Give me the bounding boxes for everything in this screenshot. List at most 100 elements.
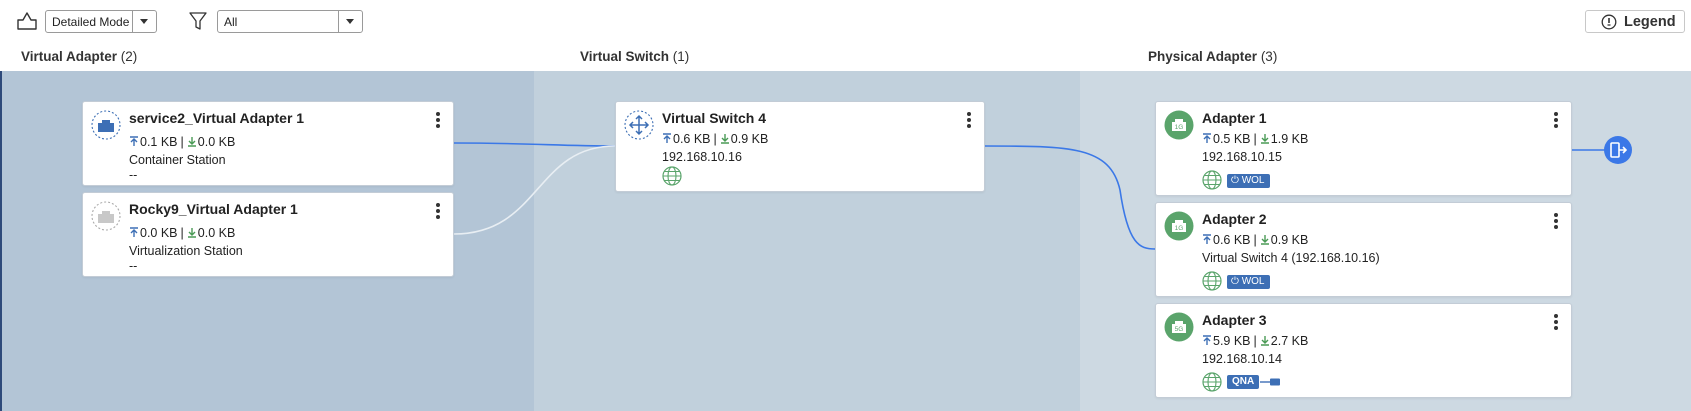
more-options-icon[interactable]: [1553, 213, 1559, 229]
traffic-stats: 0.6 KB | 0.9 KB: [662, 132, 768, 146]
column-title: Virtual Adapter: [21, 49, 118, 64]
download-value: 0.0 KB: [197, 226, 236, 240]
physical-adapter-icon: 5G: [1164, 312, 1194, 342]
globe-icon: [1202, 372, 1222, 392]
download-arrow-icon: [1260, 235, 1269, 245]
virtual-adapter-card[interactable]: service2_Virtual Adapter 1 0.1 KB | 0.0 KB…: [82, 101, 454, 186]
wol-badge: ⏻ WOL: [1227, 275, 1271, 289]
more-options-icon[interactable]: [1553, 112, 1559, 128]
more-options-icon[interactable]: [966, 112, 972, 128]
more-options-icon[interactable]: [435, 112, 441, 128]
traffic-separator: |: [713, 132, 717, 146]
physical-adapter-icon: 1G: [1164, 110, 1194, 140]
column-title: Virtual Switch: [580, 49, 670, 64]
adapter-name: service2_Virtual Adapter 1: [129, 110, 305, 126]
column-header-physical-adapter: Physical Adapter (3): [1148, 49, 1277, 64]
upload-arrow-icon: [130, 136, 138, 146]
column-header-virtual-switch: Virtual Switch (1): [580, 49, 689, 64]
virtual-adapter-icon: [91, 110, 121, 140]
globe-icon: [1202, 271, 1222, 291]
home-outline-icon[interactable]: [16, 11, 38, 31]
adapter-name: Adapter 1: [1202, 110, 1267, 126]
download-value: 0.9 KB: [1270, 233, 1309, 247]
traffic-separator: |: [180, 226, 184, 240]
upload-arrow-icon: [1203, 335, 1211, 345]
upload-value: 0.1 KB: [140, 135, 178, 149]
wol-label: WOL: [1241, 276, 1265, 287]
cable-connector-icon: [1260, 378, 1280, 386]
globe-icon: [1202, 170, 1222, 190]
traffic-separator: |: [180, 135, 184, 149]
download-arrow-icon: [1260, 336, 1269, 346]
download-arrow-icon: [187, 228, 196, 238]
traffic-separator: |: [1253, 233, 1257, 247]
physical-adapter-card[interactable]: 1G Adapter 2 0.6 KB | 0.9 KB Virtual Switc…: [1155, 202, 1572, 297]
physical-adapter-card[interactable]: 1G Adapter 1 0.5 KB | 1.9 KB 192.168.10.15…: [1155, 101, 1572, 196]
traffic-stats: 0.5 KB | 1.9 KB: [1202, 132, 1308, 146]
column-header-virtual-adapter: Virtual Adapter (2): [21, 49, 137, 64]
upload-value: 0.6 KB: [1213, 233, 1251, 247]
power-icon: ⏻: [1231, 276, 1239, 287]
column-count: (2): [120, 49, 138, 64]
download-value: 2.7 KB: [1270, 334, 1309, 348]
upload-arrow-icon: [1203, 234, 1211, 244]
download-arrow-icon: [720, 134, 729, 144]
adapter-ip: --: [129, 259, 138, 273]
column-count: (3): [1260, 49, 1278, 64]
toolbar: Detailed Mode All Legend: [0, 0, 1691, 44]
download-value: 0.0 KB: [197, 135, 236, 149]
adapter-name: Adapter 2: [1202, 211, 1267, 227]
view-mode-select[interactable]: Detailed Mode: [45, 10, 157, 33]
chevron-down-icon[interactable]: [338, 11, 362, 32]
power-icon: ⏻: [1231, 175, 1239, 186]
column-count: (1): [672, 49, 690, 64]
physical-adapter-card[interactable]: 5G Adapter 3 5.9 KB | 2.7 KB 192.168.10.14…: [1155, 303, 1572, 398]
external-port-icon[interactable]: [1603, 135, 1633, 165]
wol-label: WOL: [1241, 175, 1265, 186]
upload-value: 0.6 KB: [673, 132, 711, 146]
upload-value: 0.5 KB: [1213, 132, 1251, 146]
adapter-ip: --: [129, 168, 138, 182]
switch-name: Virtual Switch 4: [662, 110, 766, 126]
download-value: 1.9 KB: [1270, 132, 1309, 146]
view-mode-value: Detailed Mode: [52, 15, 130, 29]
more-options-icon[interactable]: [1553, 314, 1559, 330]
speed-label: 1G: [1175, 124, 1184, 131]
qna-badge: QNA: [1227, 375, 1260, 389]
upload-arrow-icon: [130, 227, 138, 237]
legend-button[interactable]: Legend: [1585, 10, 1685, 33]
virtual-adapter-icon: [91, 201, 121, 231]
traffic-stats: 5.9 KB | 2.7 KB: [1202, 334, 1308, 348]
chevron-down-icon[interactable]: [132, 11, 156, 32]
info-bulb-icon: [1601, 14, 1617, 30]
traffic-separator: |: [1253, 132, 1257, 146]
download-value: 0.9 KB: [730, 132, 769, 146]
virtual-switch-icon: [624, 110, 654, 140]
adapter-name: Rocky9_Virtual Adapter 1: [129, 201, 298, 217]
more-options-icon[interactable]: [435, 203, 441, 219]
traffic-stats: 0.6 KB | 0.9 KB: [1202, 233, 1308, 247]
upload-value: 0.0 KB: [140, 226, 178, 240]
traffic-stats: 0.1 KB | 0.0 KB: [129, 135, 235, 149]
adapter-ip: Virtual Switch 4 (192.168.10.16): [1202, 251, 1380, 265]
filter-select[interactable]: All: [217, 10, 363, 33]
globe-icon: [662, 166, 682, 186]
download-arrow-icon: [187, 137, 196, 147]
adapter-ip: 192.168.10.14: [1202, 352, 1282, 366]
virtual-switch-card[interactable]: Virtual Switch 4 0.6 KB | 0.9 KB 192.168.1…: [615, 101, 985, 192]
adapter-source: Virtualization Station: [129, 244, 243, 258]
adapter-source: Container Station: [129, 153, 226, 167]
legend-label: Legend: [1624, 14, 1676, 30]
wol-badge: ⏻ WOL: [1227, 174, 1271, 188]
adapter-ip: 192.168.10.15: [1202, 150, 1282, 164]
adapter-name: Adapter 3: [1202, 312, 1267, 328]
column-headers: Virtual Adapter (2) Virtual Switch (1) P…: [0, 44, 1691, 71]
virtual-adapter-card[interactable]: Rocky9_Virtual Adapter 1 0.0 KB | 0.0 KB V…: [82, 192, 454, 277]
switch-ip: 192.168.10.16: [662, 150, 742, 164]
traffic-separator: |: [1253, 334, 1257, 348]
traffic-stats: 0.0 KB | 0.0 KB: [129, 226, 235, 240]
upload-arrow-icon: [1203, 133, 1211, 143]
download-arrow-icon: [1260, 134, 1269, 144]
funnel-icon[interactable]: [189, 12, 207, 31]
physical-adapter-icon: 1G: [1164, 211, 1194, 241]
